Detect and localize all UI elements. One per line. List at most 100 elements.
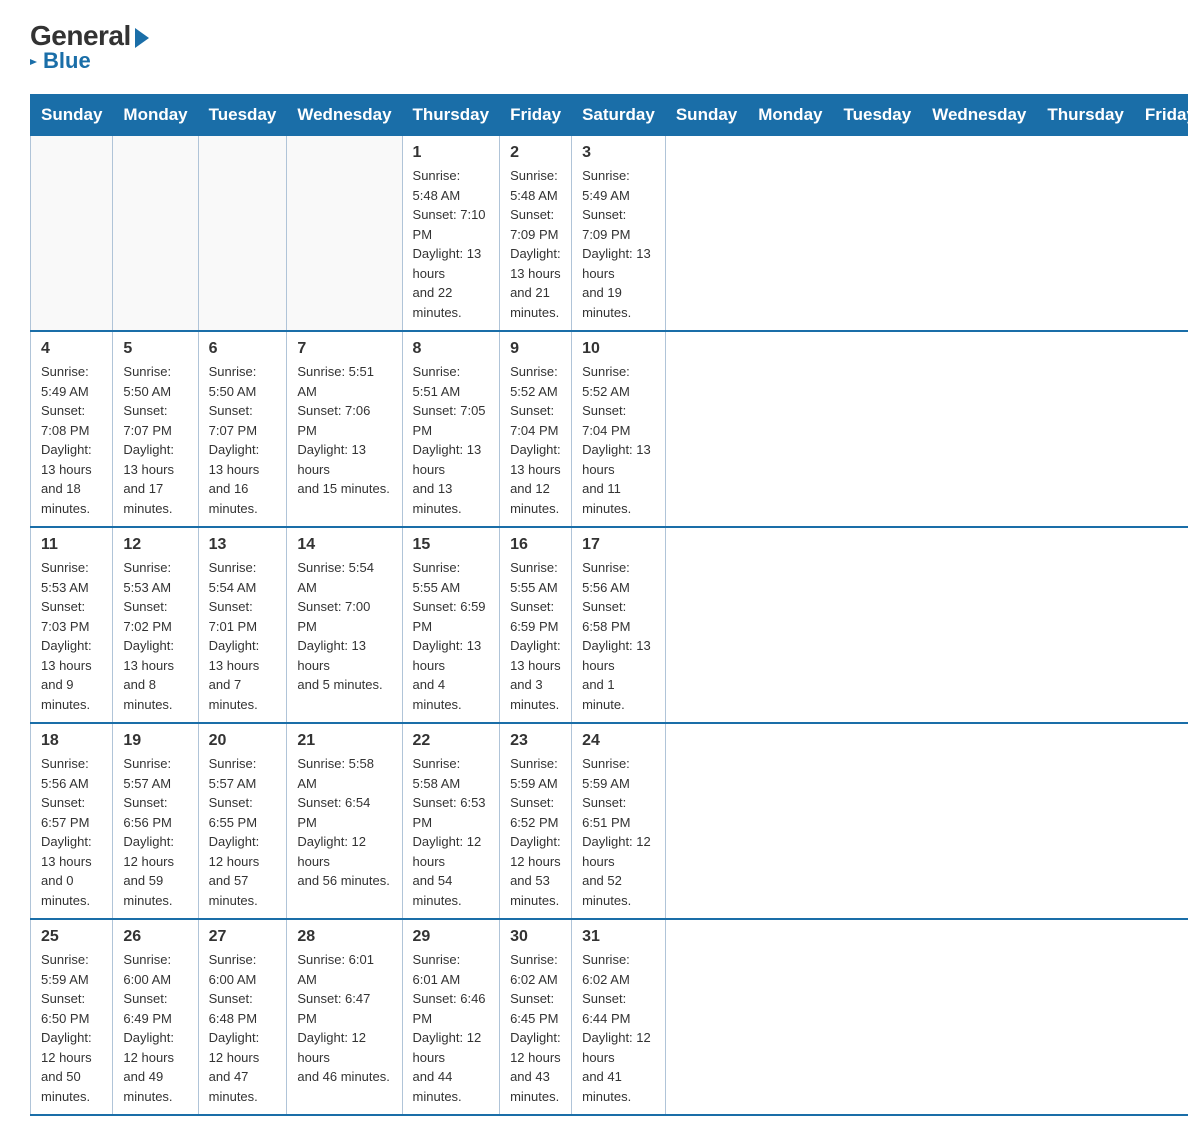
day-number: 15 (413, 536, 490, 554)
day-info: Sunrise: 5:49 AM Sunset: 7:08 PM Dayligh… (41, 362, 102, 518)
calendar-cell: 25 Sunrise: 5:59 AM Sunset: 6:50 PM Dayli… (31, 919, 113, 1115)
day-number: 21 (297, 732, 391, 750)
logo-arrow-icon (135, 28, 149, 48)
calendar-cell: 18 Sunrise: 5:56 AM Sunset: 6:57 PM Dayli… (31, 723, 113, 919)
calendar-cell: 3 Sunrise: 5:49 AM Sunset: 7:09 PM Daylig… (572, 136, 666, 332)
day-info: Sunrise: 5:57 AM Sunset: 6:55 PM Dayligh… (209, 754, 277, 910)
weekday-header-thursday: Thursday (1037, 95, 1135, 136)
calendar-cell (113, 136, 198, 332)
day-number: 7 (297, 340, 391, 358)
day-info: Sunrise: 5:59 AM Sunset: 6:51 PM Dayligh… (582, 754, 655, 910)
day-number: 31 (582, 928, 655, 946)
calendar-cell: 24 Sunrise: 5:59 AM Sunset: 6:51 PM Dayli… (572, 723, 666, 919)
day-info: Sunrise: 5:56 AM Sunset: 6:57 PM Dayligh… (41, 754, 102, 910)
day-info: Sunrise: 5:52 AM Sunset: 7:04 PM Dayligh… (582, 362, 655, 518)
calendar-week-row: 4 Sunrise: 5:49 AM Sunset: 7:08 PM Daylig… (31, 331, 1188, 527)
day-number: 19 (123, 732, 187, 750)
day-number: 24 (582, 732, 655, 750)
day-number: 25 (41, 928, 102, 946)
calendar-cell: 5Sunrise: 5:50 AM Sunset: 7:07 PM Daylig… (113, 331, 198, 527)
calendar-cell (287, 136, 402, 332)
day-number: 18 (41, 732, 102, 750)
weekday-header-sunday: Sunday (665, 95, 747, 136)
calendar-table: SundayMondayTuesdayWednesdayThursdayFrid… (30, 94, 1188, 1116)
calendar-cell: 30 Sunrise: 6:02 AM Sunset: 6:45 PM Dayli… (500, 919, 572, 1115)
calendar-cell: 14 Sunrise: 5:54 AM Sunset: 7:00 PM Dayli… (287, 527, 402, 723)
calendar-cell: 28 Sunrise: 6:01 AM Sunset: 6:47 PM Dayli… (287, 919, 402, 1115)
calendar-cell: 11 Sunrise: 5:53 AM Sunset: 7:03 PM Dayli… (31, 527, 113, 723)
day-info: Sunrise: 5:54 AM Sunset: 7:01 PM Dayligh… (209, 558, 277, 714)
day-info: Sunrise: 5:58 AM Sunset: 6:54 PM Dayligh… (297, 754, 391, 891)
day-number: 22 (413, 732, 490, 750)
calendar-cell: 21 Sunrise: 5:58 AM Sunset: 6:54 PM Dayli… (287, 723, 402, 919)
weekday-header-monday: Monday (113, 95, 198, 136)
day-info: Sunrise: 5:53 AM Sunset: 7:02 PM Dayligh… (123, 558, 187, 714)
calendar-week-row: 1 Sunrise: 5:48 AM Sunset: 7:10 PM Daylig… (31, 136, 1188, 332)
day-number: 9 (510, 340, 561, 358)
day-info: Sunrise: 5:48 AM Sunset: 7:10 PM Dayligh… (413, 166, 490, 322)
day-number: 13 (209, 536, 277, 554)
day-info: Sunrise: 6:01 AM Sunset: 6:46 PM Dayligh… (413, 950, 490, 1106)
day-number: 14 (297, 536, 391, 554)
day-info: Sunrise: 5:53 AM Sunset: 7:03 PM Dayligh… (41, 558, 102, 714)
day-info: Sunrise: 5:57 AM Sunset: 6:56 PM Dayligh… (123, 754, 187, 910)
day-number: 3 (582, 144, 655, 162)
day-number: 28 (297, 928, 391, 946)
calendar-cell: 31 Sunrise: 6:02 AM Sunset: 6:44 PM Dayli… (572, 919, 666, 1115)
day-info: Sunrise: 5:59 AM Sunset: 6:50 PM Dayligh… (41, 950, 102, 1106)
calendar-cell: 22 Sunrise: 5:58 AM Sunset: 6:53 PM Dayli… (402, 723, 500, 919)
day-number: 1 (413, 144, 490, 162)
day-info: Sunrise: 5:50 AM Sunset: 7:07 PM Dayligh… (123, 362, 187, 518)
day-info: Sunrise: 5:59 AM Sunset: 6:52 PM Dayligh… (510, 754, 561, 910)
day-info: Sunrise: 5:49 AM Sunset: 7:09 PM Dayligh… (582, 166, 655, 322)
day-info: Sunrise: 5:58 AM Sunset: 6:53 PM Dayligh… (413, 754, 490, 910)
day-number: 11 (41, 536, 102, 554)
calendar-cell: 29Sunrise: 6:01 AM Sunset: 6:46 PM Dayli… (402, 919, 500, 1115)
weekday-header-sunday: Sunday (31, 95, 113, 136)
day-info: Sunrise: 5:54 AM Sunset: 7:00 PM Dayligh… (297, 558, 391, 695)
calendar-cell: 27Sunrise: 6:00 AM Sunset: 6:48 PM Dayli… (198, 919, 287, 1115)
calendar-cell: 13 Sunrise: 5:54 AM Sunset: 7:01 PM Dayli… (198, 527, 287, 723)
calendar-cell: 17 Sunrise: 5:56 AM Sunset: 6:58 PM Dayli… (572, 527, 666, 723)
calendar-cell: 10 Sunrise: 5:52 AM Sunset: 7:04 PM Dayli… (572, 331, 666, 527)
day-number: 12 (123, 536, 187, 554)
day-info: Sunrise: 6:01 AM Sunset: 6:47 PM Dayligh… (297, 950, 391, 1087)
day-info: Sunrise: 6:02 AM Sunset: 6:45 PM Dayligh… (510, 950, 561, 1106)
calendar-header-row: SundayMondayTuesdayWednesdayThursdayFrid… (31, 95, 1188, 136)
weekday-header-tuesday: Tuesday (198, 95, 287, 136)
calendar-week-row: 25 Sunrise: 5:59 AM Sunset: 6:50 PM Dayli… (31, 919, 1188, 1115)
day-info: Sunrise: 6:00 AM Sunset: 6:48 PM Dayligh… (209, 950, 277, 1106)
day-number: 10 (582, 340, 655, 358)
day-info: Sunrise: 6:00 AM Sunset: 6:49 PM Dayligh… (123, 950, 187, 1106)
logo-small-arrow-icon (30, 59, 37, 65)
calendar-week-row: 11 Sunrise: 5:53 AM Sunset: 7:03 PM Dayli… (31, 527, 1188, 723)
weekday-header-wednesday: Wednesday (922, 95, 1037, 136)
day-info: Sunrise: 5:56 AM Sunset: 6:58 PM Dayligh… (582, 558, 655, 714)
calendar-cell: 9Sunrise: 5:52 AM Sunset: 7:04 PM Daylig… (500, 331, 572, 527)
logo: General Blue (30, 20, 149, 74)
day-number: 4 (41, 340, 102, 358)
weekday-header-friday: Friday (500, 95, 572, 136)
calendar-cell: 12 Sunrise: 5:53 AM Sunset: 7:02 PM Dayli… (113, 527, 198, 723)
day-info: Sunrise: 5:51 AM Sunset: 7:06 PM Dayligh… (297, 362, 391, 499)
calendar-cell: 26 Sunrise: 6:00 AM Sunset: 6:49 PM Dayli… (113, 919, 198, 1115)
calendar-cell: 6Sunrise: 5:50 AM Sunset: 7:07 PM Daylig… (198, 331, 287, 527)
day-info: Sunrise: 6:02 AM Sunset: 6:44 PM Dayligh… (582, 950, 655, 1106)
weekday-header-saturday: Saturday (572, 95, 666, 136)
day-info: Sunrise: 5:48 AM Sunset: 7:09 PM Dayligh… (510, 166, 561, 322)
weekday-header-tuesday: Tuesday (833, 95, 922, 136)
calendar-cell: 7 Sunrise: 5:51 AM Sunset: 7:06 PM Daylig… (287, 331, 402, 527)
calendar-cell: 16Sunrise: 5:55 AM Sunset: 6:59 PM Dayli… (500, 527, 572, 723)
day-number: 26 (123, 928, 187, 946)
page-header: General Blue (30, 20, 1158, 74)
day-number: 17 (582, 536, 655, 554)
day-number: 2 (510, 144, 561, 162)
weekday-header-friday: Friday (1134, 95, 1188, 136)
day-number: 8 (413, 340, 490, 358)
weekday-header-thursday: Thursday (402, 95, 500, 136)
calendar-cell: 2 Sunrise: 5:48 AM Sunset: 7:09 PM Daylig… (500, 136, 572, 332)
day-number: 30 (510, 928, 561, 946)
calendar-cell: 8Sunrise: 5:51 AM Sunset: 7:05 PM Daylig… (402, 331, 500, 527)
calendar-cell (198, 136, 287, 332)
day-number: 16 (510, 536, 561, 554)
